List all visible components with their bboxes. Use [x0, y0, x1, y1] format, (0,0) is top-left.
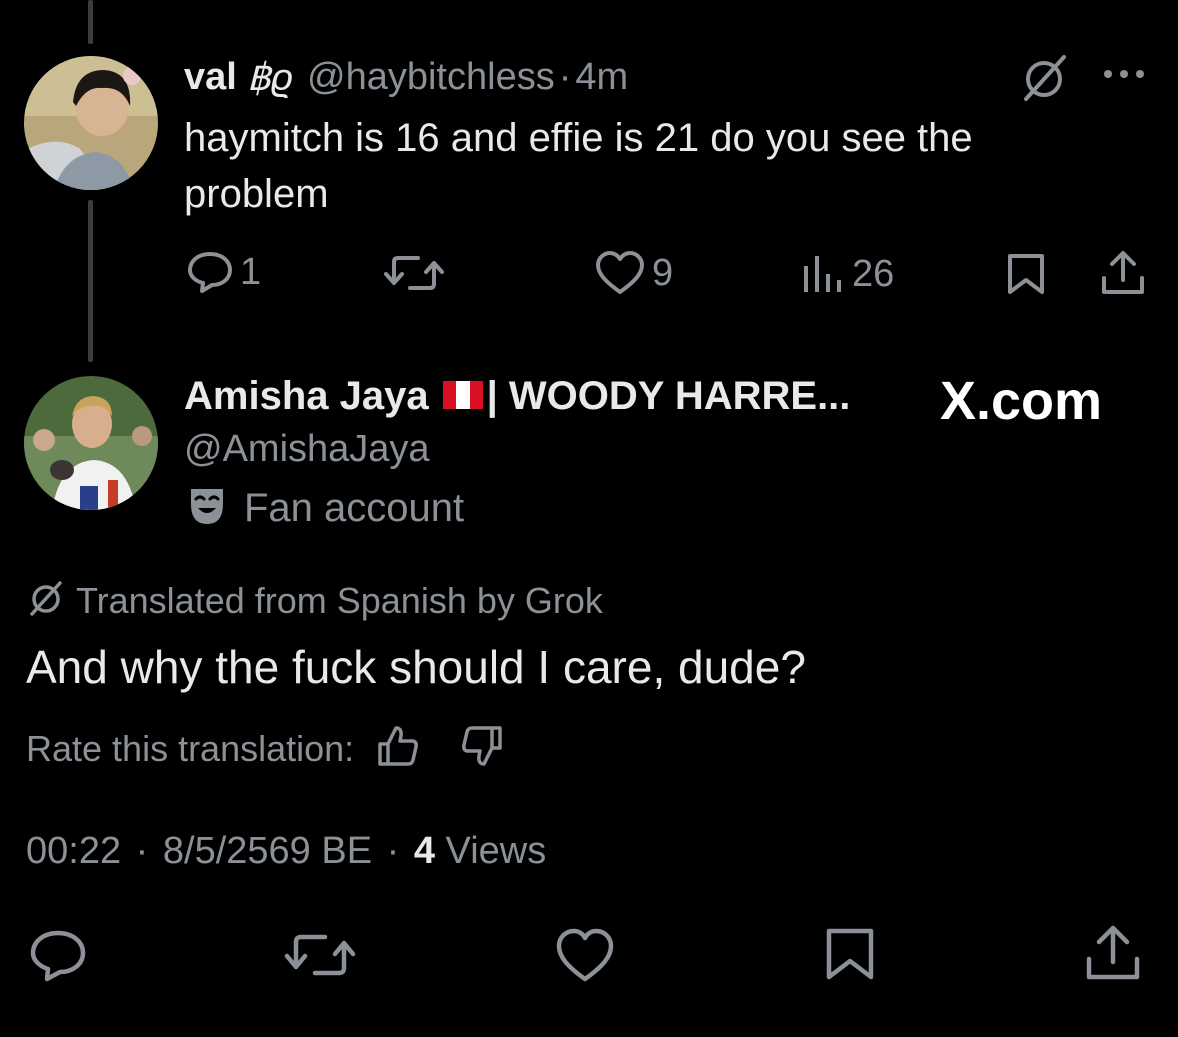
fan-account-label: Fan account [244, 486, 465, 530]
flag-peru-icon [442, 374, 483, 419]
share-icon [1086, 925, 1140, 980]
parent-time[interactable]: 4m [575, 56, 628, 99]
rate-translation-label: Rate this translation: [26, 727, 355, 769]
main-retweet-button[interactable] [284, 930, 356, 980]
parent-view-count: 26 [852, 252, 895, 295]
more-icon[interactable] [1102, 64, 1148, 84]
parent-avatar[interactable] [24, 56, 158, 190]
parent-header: val ฿ϱ @haybitchless · 4m [184, 52, 628, 102]
translation-note-text: Translated from Spanish by Grok [76, 579, 603, 621]
rate-translation: Rate this translation: [26, 724, 504, 773]
parent-separator: · [558, 55, 572, 98]
fan-mask-icon [188, 486, 226, 531]
main-bookmark-button[interactable] [824, 926, 876, 982]
main-post-text: And why the fuck should I care, dude? [26, 641, 806, 693]
reply-icon [30, 930, 86, 982]
post-date: 8/5/2569 BE [162, 830, 373, 872]
views-label: Views [445, 830, 547, 872]
main-header: Amisha Jaya | WOODY HARRE... [184, 370, 850, 422]
timestamp-row: 00:22 · 8/5/2569 BE · 4 Views [26, 830, 546, 873]
main-handle[interactable]: @AmishaJaya [184, 428, 430, 471]
parent-handle[interactable]: @haybitchless [307, 56, 555, 99]
reply-icon [188, 252, 232, 293]
fan-account-badge[interactable]: Fan account [188, 486, 464, 531]
thumbs-up-button[interactable] [376, 724, 420, 773]
parent-display-name[interactable]: val [184, 56, 237, 99]
like-icon [596, 251, 644, 294]
main-avatar[interactable] [24, 376, 158, 510]
main-display-name[interactable]: Amisha Jaya [184, 374, 429, 419]
translation-note: Translated from Spanish by Grok [26, 578, 603, 623]
thread-line-connector [88, 200, 93, 362]
parent-views-button[interactable]: 26 [800, 252, 894, 296]
thumbs-down-icon [462, 726, 502, 766]
timestamp-separator-1: · [135, 830, 149, 872]
parent-name-emoji: ฿ϱ [246, 56, 294, 99]
parent-text: haymitch is 16 and effie is 21 do you se… [184, 110, 973, 222]
parent-retweet-button[interactable] [384, 252, 444, 294]
retweet-icon [284, 934, 356, 976]
main-like-button[interactable] [554, 928, 616, 984]
parent-reply-count: 1 [240, 250, 262, 293]
main-name-suffix: | WOODY HARRE... [486, 373, 851, 418]
retweet-icon [384, 256, 444, 290]
parent-text-line2: problem [184, 172, 329, 216]
main-share-button[interactable] [1084, 924, 1142, 982]
bookmark-icon [1008, 254, 1044, 294]
views-count[interactable]: 4 [414, 830, 435, 872]
parent-like-count: 9 [652, 251, 674, 294]
thumbs-down-button[interactable] [460, 724, 504, 773]
parent-share-button[interactable] [1100, 250, 1146, 296]
parent-bookmark-button[interactable] [1006, 252, 1046, 296]
thread-line-top [88, 0, 93, 44]
parent-reply-button[interactable]: 1 [186, 250, 261, 294]
post-time: 00:22 [26, 830, 122, 872]
views-icon [804, 256, 841, 292]
parent-text-line1: haymitch is 16 and effie is 21 do you se… [184, 116, 973, 160]
share-icon [1102, 251, 1144, 294]
x-com-watermark: X.com [940, 371, 1103, 431]
grok-translate-icon [26, 578, 66, 623]
parent-like-button[interactable]: 9 [594, 250, 673, 296]
like-icon [556, 928, 614, 982]
bookmark-icon [826, 928, 874, 980]
main-reply-button[interactable] [28, 928, 88, 982]
timestamp-separator-2: · [386, 830, 400, 872]
grok-icon[interactable] [1018, 52, 1070, 104]
thumbs-up-icon [378, 726, 419, 766]
